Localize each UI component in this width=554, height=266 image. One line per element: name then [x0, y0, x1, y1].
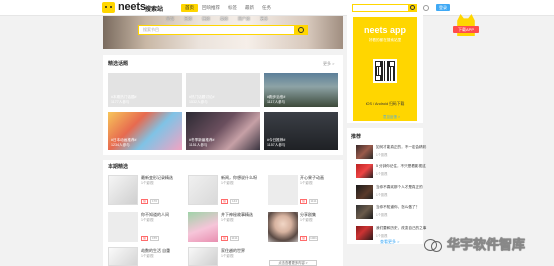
qr-code-icon: [373, 59, 397, 83]
topic-tile-count: 1157人参与: [267, 143, 286, 147]
pick-thumbnail[interactable]: [108, 212, 138, 242]
pick-count: 1111: [230, 236, 239, 241]
top-search-input[interactable]: [352, 4, 416, 12]
pick-meta: 1个影视: [141, 218, 154, 222]
hero-search-input[interactable]: 搜索节目: [138, 25, 298, 35]
pick-count: 1111: [309, 199, 318, 204]
pick-thumbnail[interactable]: [188, 212, 218, 242]
pick-meta: 1个影视: [300, 218, 313, 222]
feedback-link[interactable]: 意见反馈 >: [383, 115, 400, 120]
pick-tag: 播: [141, 236, 148, 241]
app-title: neets app: [363, 25, 406, 35]
pick-tag: 播: [141, 199, 148, 204]
topic-tile[interactable]: #本期热门话题# 1177人参与: [108, 73, 182, 107]
recommend-meta: 1个影视: [376, 153, 388, 157]
category-jp[interactable]: 日剧: [179, 16, 197, 22]
pick-count: 155: [150, 236, 159, 241]
topic-tile[interactable]: #今日推荐# 1157人参与: [264, 112, 338, 150]
pick-tag: 播: [221, 199, 228, 204]
topic-tile-count: 1151人参与: [189, 143, 208, 147]
recommend-title-text[interactable]: 5 分钟你记住，不只是看影视这: [376, 164, 426, 169]
pick-meta: 1个影视: [221, 181, 234, 185]
category-all[interactable]: 全部: [161, 16, 179, 22]
recommend-meta: 1个影视: [376, 172, 388, 176]
nav-latest[interactable]: 最新: [241, 4, 258, 12]
topic-tile-count: 1117人参与: [267, 100, 286, 104]
app-promo-card: neets app 好看的都在搜索站里 iOS / Android 扫码下载: [353, 17, 417, 121]
hero-search-icon[interactable]: [294, 25, 308, 35]
topic-tile[interactable]: #日本动画推荐# 1234人参与: [108, 112, 182, 150]
logo-cat-icon[interactable]: [102, 2, 115, 13]
featured-more-link[interactable]: 更多 >: [323, 61, 334, 67]
pick-meta: 1个影视: [221, 254, 234, 258]
gear-icon[interactable]: [423, 5, 429, 11]
pick-thumbnail[interactable]: [188, 247, 218, 266]
nav-home[interactable]: 首页: [181, 4, 198, 12]
top-search-icon[interactable]: [408, 4, 417, 12]
pick-meta: 1个影视: [141, 254, 154, 258]
picks-title: 本期精选: [108, 164, 129, 170]
topic-tile-count: 1532人参与: [189, 100, 208, 104]
category-more[interactable]: 更多: [255, 16, 273, 22]
recommend-thumbnail[interactable]: [356, 145, 373, 159]
nav-recommend[interactable]: 回响推荐: [198, 4, 224, 12]
recommend-title-text[interactable]: 如何才能真正的，不一定会精彩: [376, 145, 426, 150]
load-more-button[interactable]: 点击查看更多内容 >: [269, 260, 317, 266]
pick-tag: 播: [300, 236, 307, 241]
app-subtitle: 好看的都在搜索站里: [368, 38, 402, 42]
category-bar: 全部 日剧 韩剧 美剧 国产剧 更多: [161, 16, 273, 22]
pick-tag: 播: [221, 236, 228, 241]
recommend-title-text[interactable]: 我们要和历史，改变自己的之事: [376, 226, 426, 231]
pick-meta: 1个影视: [141, 181, 154, 185]
category-kr[interactable]: 韩剧: [197, 16, 215, 22]
recommend-thumbnail[interactable]: [356, 185, 373, 199]
topic-tile-count: 1177人参与: [111, 100, 130, 104]
topic-tile[interactable]: #冬季新番推荐# 1151人参与: [186, 112, 260, 150]
topic-tile-count: 1234人参与: [111, 143, 130, 147]
main-nav: 首页 回响推荐 标签 最新 任务: [181, 4, 275, 12]
category-us[interactable]: 美剧: [215, 16, 233, 22]
pick-thumbnail[interactable]: [268, 212, 298, 242]
watermark: 华宇软件智库: [424, 234, 525, 253]
logo-text[interactable]: neets: [118, 1, 146, 13]
pick-meta: 1个影视: [221, 218, 234, 222]
top-bar: neets 搜索站 首页 回响推荐 标签 最新 任务 登录: [0, 0, 554, 16]
featured-title: 精选话题: [108, 61, 129, 67]
topic-tile[interactable]: #跑步治愈# 1117人参与: [264, 73, 338, 107]
recommend-title: 推荐: [351, 134, 362, 140]
logo-subtitle: 搜索站: [145, 7, 164, 13]
hero-banner: 全部 日剧 韩剧 美剧 国产剧 更多 搜索节目: [103, 16, 343, 49]
recommend-more-link[interactable]: 查看更多 >: [380, 239, 399, 245]
pick-thumbnail[interactable]: [108, 175, 138, 205]
recommend-title-text[interactable]: 当你不知道你，怎么做了？: [376, 205, 419, 210]
app-download-text: iOS / Android 扫码下载: [365, 102, 405, 106]
watermark-text: 华宇软件智库: [447, 237, 526, 253]
pick-count: 144: [230, 199, 239, 204]
pick-thumbnail[interactable]: [188, 175, 218, 205]
pick-meta: 1个影视: [300, 181, 313, 185]
recommend-thumbnail[interactable]: [356, 164, 373, 178]
pick-tag: 播: [300, 199, 307, 204]
topic-tile[interactable]: #热门话题讨论# 1532人参与: [186, 73, 260, 107]
recommend-meta: 1个影视: [376, 234, 388, 238]
pick-count: 1001: [309, 236, 318, 241]
login-button[interactable]: 登录: [436, 4, 450, 11]
pick-thumbnail[interactable]: [108, 247, 138, 266]
recommend-thumbnail[interactable]: [356, 205, 373, 219]
download-app-button[interactable]: 下载APP: [453, 26, 479, 33]
recommend-thumbnail[interactable]: [356, 226, 373, 240]
nav-tags[interactable]: 标签: [224, 4, 241, 12]
nav-tasks[interactable]: 任务: [258, 4, 275, 12]
pick-count: 170: [150, 199, 159, 204]
category-cn[interactable]: 国产剧: [233, 16, 255, 22]
recommend-meta: 1个影视: [376, 213, 388, 217]
wechat-logo-icon: [424, 236, 444, 252]
recommend-meta: 1个影视: [376, 193, 388, 197]
pick-thumbnail[interactable]: [268, 175, 298, 205]
recommend-title-text[interactable]: 当你不喜欢那个人才是真正的: [376, 185, 423, 190]
